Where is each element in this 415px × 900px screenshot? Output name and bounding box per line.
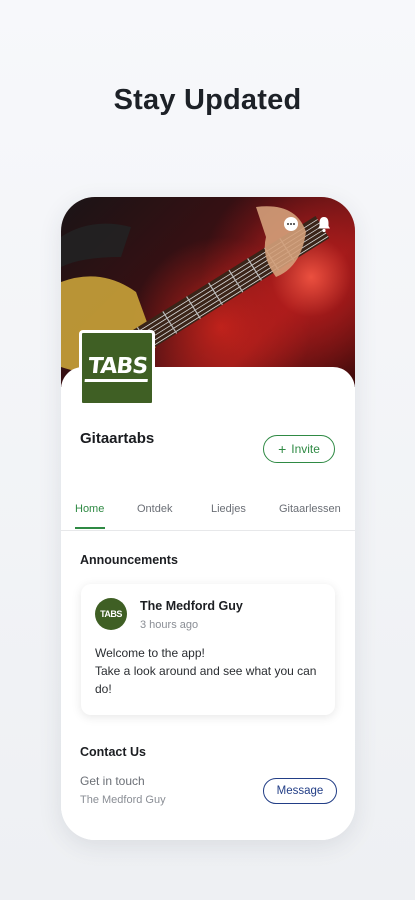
contact-line1: Get in touch: [80, 774, 145, 788]
tab-ontdek[interactable]: Ontdek: [137, 503, 172, 515]
contact-title: Contact Us: [80, 745, 146, 759]
group-name: Gitaartabs: [80, 430, 155, 447]
group-logo-text: TABS: [84, 354, 150, 382]
message-button[interactable]: Message: [263, 778, 337, 804]
plus-icon: +: [278, 441, 287, 457]
tab-gitaarlessen[interactable]: Gitaarlessen: [279, 503, 341, 515]
post-author: The Medford Guy: [140, 599, 243, 613]
phone-frame: TABS Gitaartabs + Invite Home Ontdek Lie…: [61, 197, 355, 840]
tab-bar: Home Ontdek Liedjes Gitaarlessen: [61, 497, 355, 531]
bell-icon[interactable]: [316, 215, 336, 235]
announcement-card[interactable]: TABS The Medford Guy 3 hours ago Welcome…: [81, 584, 335, 715]
post-body-line2: Take a look around and see what you can …: [95, 664, 317, 696]
group-logo: TABS: [79, 330, 155, 406]
post-body: Welcome to the app! Take a look around a…: [95, 644, 325, 698]
tab-home[interactable]: Home: [75, 503, 104, 515]
headline: Stay Updated: [113, 84, 302, 116]
invite-button-label: Invite: [291, 442, 320, 456]
tab-liedjes[interactable]: Liedjes: [211, 503, 246, 515]
avatar-text: TABS: [100, 609, 122, 619]
announcements-title: Announcements: [80, 553, 178, 567]
contact-line2: The Medford Guy: [80, 794, 166, 806]
avatar: TABS: [95, 598, 127, 630]
chat-icon[interactable]: [282, 215, 302, 235]
tab-active-indicator: [75, 527, 105, 529]
post-time: 3 hours ago: [140, 619, 199, 631]
post-body-line1: Welcome to the app!: [95, 646, 205, 660]
invite-button[interactable]: + Invite: [263, 435, 335, 463]
